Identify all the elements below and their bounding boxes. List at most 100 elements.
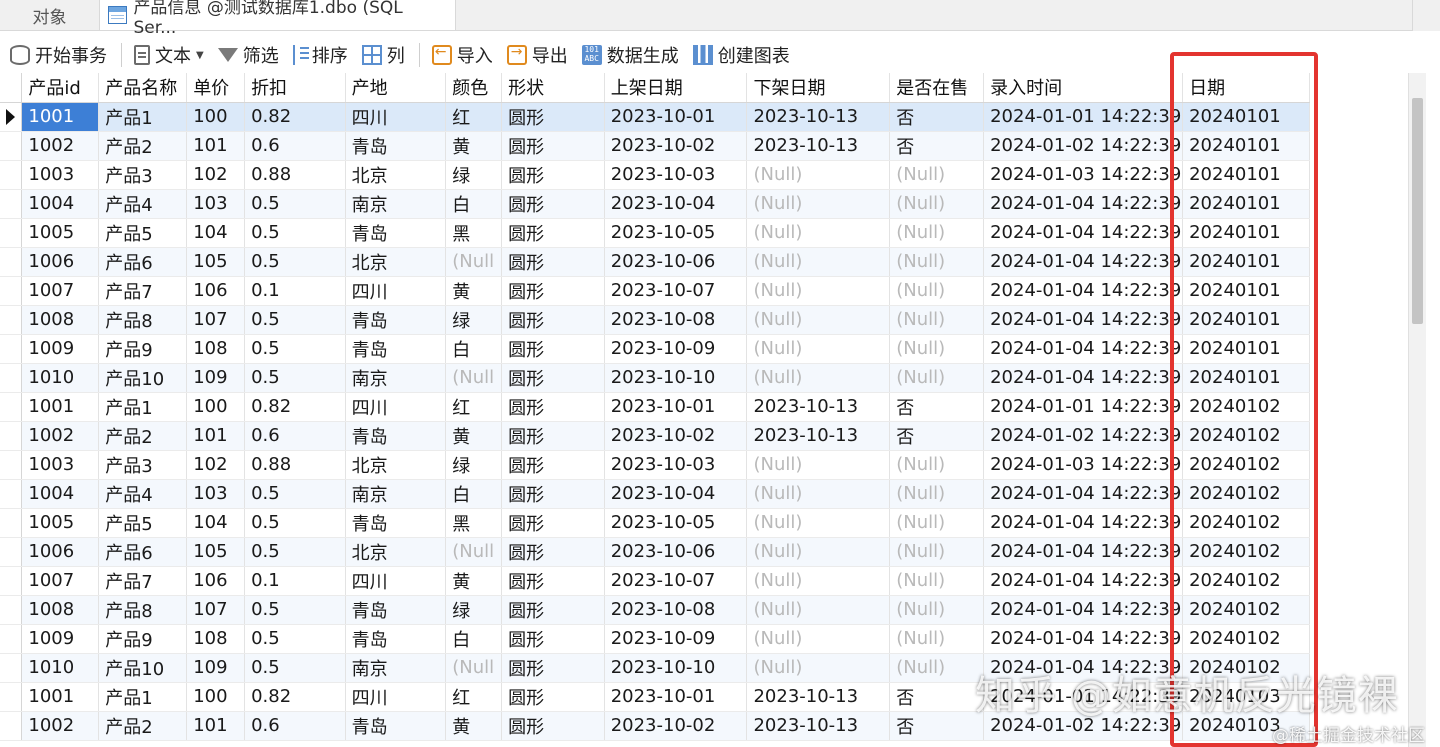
cell-product-id[interactable]: 1008 — [21, 595, 100, 625]
row-selector[interactable] — [0, 537, 23, 567]
cell-listed-date[interactable]: 2023-10-01 — [604, 392, 748, 422]
cell-on-sale[interactable]: (Null) — [889, 305, 985, 335]
cell-on-sale[interactable]: (Null) — [889, 334, 985, 364]
cell-delisted-date[interactable]: (Null) — [746, 479, 891, 509]
cell-product-name[interactable]: 产品10 — [98, 653, 188, 683]
cell-shape[interactable]: 圆形 — [501, 653, 605, 683]
cell-color[interactable]: 白 — [445, 624, 503, 654]
cell-delisted-date[interactable]: 2023-10-13 — [746, 102, 891, 132]
cell-shape[interactable]: 圆形 — [501, 392, 605, 422]
cell-delisted-date[interactable]: 2023-10-13 — [746, 392, 891, 422]
cell-color[interactable]: (Null — [445, 363, 503, 393]
cell-color[interactable]: 白 — [445, 189, 503, 219]
table-row[interactable]: 1001 产品1 100 0.82 四川红圆形 2023-10-01 2023-10-13 否… — [0, 392, 1310, 422]
chevron-down-icon[interactable]: ▼ — [196, 50, 204, 61]
row-selector[interactable] — [0, 450, 23, 480]
cell-shape[interactable]: 圆形 — [501, 189, 605, 219]
cell-listed-date[interactable]: 2023-10-04 — [604, 479, 748, 509]
cell-product-name[interactable]: 产品10 — [98, 363, 188, 393]
cell-origin[interactable]: 青岛 — [345, 334, 447, 364]
column-header-entry-time[interactable]: 录入时间 — [983, 73, 1184, 103]
cell-discount[interactable]: 0.5 — [244, 363, 346, 393]
cell-delisted-date[interactable]: 2023-10-13 — [746, 421, 891, 451]
cell-unit-price[interactable]: 102 — [186, 160, 246, 190]
cell-entry-time[interactable]: 2024-01-04 14:22:39 — [983, 189, 1184, 219]
row-selector[interactable] — [0, 711, 23, 741]
cell-delisted-date[interactable]: (Null) — [746, 624, 891, 654]
cell-product-name[interactable]: 产品9 — [98, 334, 188, 364]
row-selector[interactable] — [0, 566, 23, 596]
cell-listed-date[interactable]: 2023-10-02 — [604, 421, 748, 451]
sort-button[interactable]: 排序 — [292, 42, 348, 68]
cell-entry-time[interactable]: 2024-01-04 14:22:39 — [983, 276, 1184, 306]
cell-on-sale[interactable]: (Null) — [889, 276, 985, 306]
cell-listed-date[interactable]: 2023-10-07 — [604, 276, 748, 306]
cell-on-sale[interactable]: (Null) — [889, 653, 985, 683]
cell-listed-date[interactable]: 2023-10-06 — [604, 537, 748, 567]
table-row[interactable]: 1002 产品2 101 0.6 青岛黄圆形 2023-10-02 2023-10-13 否 2… — [0, 131, 1310, 161]
cell-origin[interactable]: 四川 — [345, 566, 447, 596]
cell-origin[interactable]: 四川 — [345, 102, 447, 132]
cell-unit-price[interactable]: 100 — [186, 102, 246, 132]
cell-discount[interactable]: 0.82 — [244, 682, 346, 712]
cell-product-name[interactable]: 产品7 — [98, 276, 188, 306]
cell-on-sale[interactable]: (Null) — [889, 160, 985, 190]
cell-delisted-date[interactable]: (Null) — [746, 566, 891, 596]
cell-product-name[interactable]: 产品1 — [98, 102, 188, 132]
cell-discount[interactable]: 0.6 — [244, 131, 346, 161]
cell-shape[interactable]: 圆形 — [501, 479, 605, 509]
text-view-button[interactable]: 文本 ▼ — [134, 42, 204, 68]
cell-listed-date[interactable]: 2023-10-03 — [604, 160, 748, 190]
cell-color[interactable]: 绿 — [445, 595, 503, 625]
cell-unit-price[interactable]: 101 — [186, 131, 246, 161]
cell-product-id[interactable]: 1007 — [21, 276, 100, 306]
cell-listed-date[interactable]: 2023-10-08 — [604, 595, 748, 625]
cell-unit-price[interactable]: 105 — [186, 537, 246, 567]
cell-product-id[interactable]: 1006 — [21, 537, 100, 567]
cell-entry-time[interactable]: 2024-01-04 14:22:39 — [983, 479, 1184, 509]
cell-discount[interactable]: 0.6 — [244, 711, 346, 741]
cell-product-id[interactable]: 1005 — [21, 218, 100, 248]
cell-origin[interactable]: 南京 — [345, 363, 447, 393]
row-selector[interactable] — [0, 305, 23, 335]
create-chart-button[interactable]: 创建图表 — [692, 42, 790, 68]
cell-origin[interactable]: 青岛 — [345, 624, 447, 654]
cell-on-sale[interactable]: (Null) — [889, 479, 985, 509]
cell-entry-time[interactable]: 2024-01-03 14:22:39 — [983, 450, 1184, 480]
cell-color[interactable]: 绿 — [445, 160, 503, 190]
cell-discount[interactable]: 0.6 — [244, 421, 346, 451]
cell-listed-date[interactable]: 2023-10-08 — [604, 305, 748, 335]
cell-color[interactable]: 黄 — [445, 276, 503, 306]
cell-product-name[interactable]: 产品5 — [98, 218, 188, 248]
column-header-unit-price[interactable]: 单价 — [186, 73, 246, 103]
cell-product-id[interactable]: 1003 — [21, 450, 100, 480]
table-row[interactable]: 1005 产品5 104 0.5 青岛黑圆形 2023-10-05 (Null) (Null)… — [0, 508, 1310, 538]
cell-color[interactable]: 黄 — [445, 131, 503, 161]
row-selector[interactable] — [0, 160, 23, 190]
cell-origin[interactable]: 北京 — [345, 537, 447, 567]
cell-product-name[interactable]: 产品2 — [98, 131, 188, 161]
column-header-product-name[interactable]: 产品名称 — [98, 73, 188, 103]
begin-transaction-button[interactable]: 开始事务 — [10, 42, 107, 68]
cell-listed-date[interactable]: 2023-10-01 — [604, 102, 748, 132]
column-header-origin[interactable]: 产地 — [345, 73, 447, 103]
cell-product-id[interactable]: 1008 — [21, 305, 100, 335]
cell-delisted-date[interactable]: (Null) — [746, 247, 891, 277]
cell-delisted-date[interactable]: 2023-10-13 — [746, 131, 891, 161]
cell-shape[interactable]: 圆形 — [501, 363, 605, 393]
cell-product-name[interactable]: 产品8 — [98, 305, 188, 335]
cell-entry-time[interactable]: 2024-01-04 14:22:39 — [983, 595, 1184, 625]
cell-product-id[interactable]: 1002 — [21, 711, 100, 741]
cell-on-sale[interactable]: (Null) — [889, 566, 985, 596]
cell-on-sale[interactable]: 否 — [889, 682, 985, 712]
cell-color[interactable]: (Null — [445, 653, 503, 683]
cell-shape[interactable]: 圆形 — [501, 276, 605, 306]
cell-color[interactable]: 红 — [445, 102, 503, 132]
cell-entry-time[interactable]: 2024-01-01 14:22:39 — [983, 392, 1184, 422]
cell-shape[interactable]: 圆形 — [501, 566, 605, 596]
cell-shape[interactable]: 圆形 — [501, 537, 605, 567]
table-row[interactable]: 1001 产品1 100 0.82 四川红圆形 2023-10-01 2023-10-13 否… — [0, 102, 1310, 132]
cell-discount[interactable]: 0.5 — [244, 479, 346, 509]
cell-origin[interactable]: 北京 — [345, 247, 447, 277]
cell-product-name[interactable]: 产品8 — [98, 595, 188, 625]
